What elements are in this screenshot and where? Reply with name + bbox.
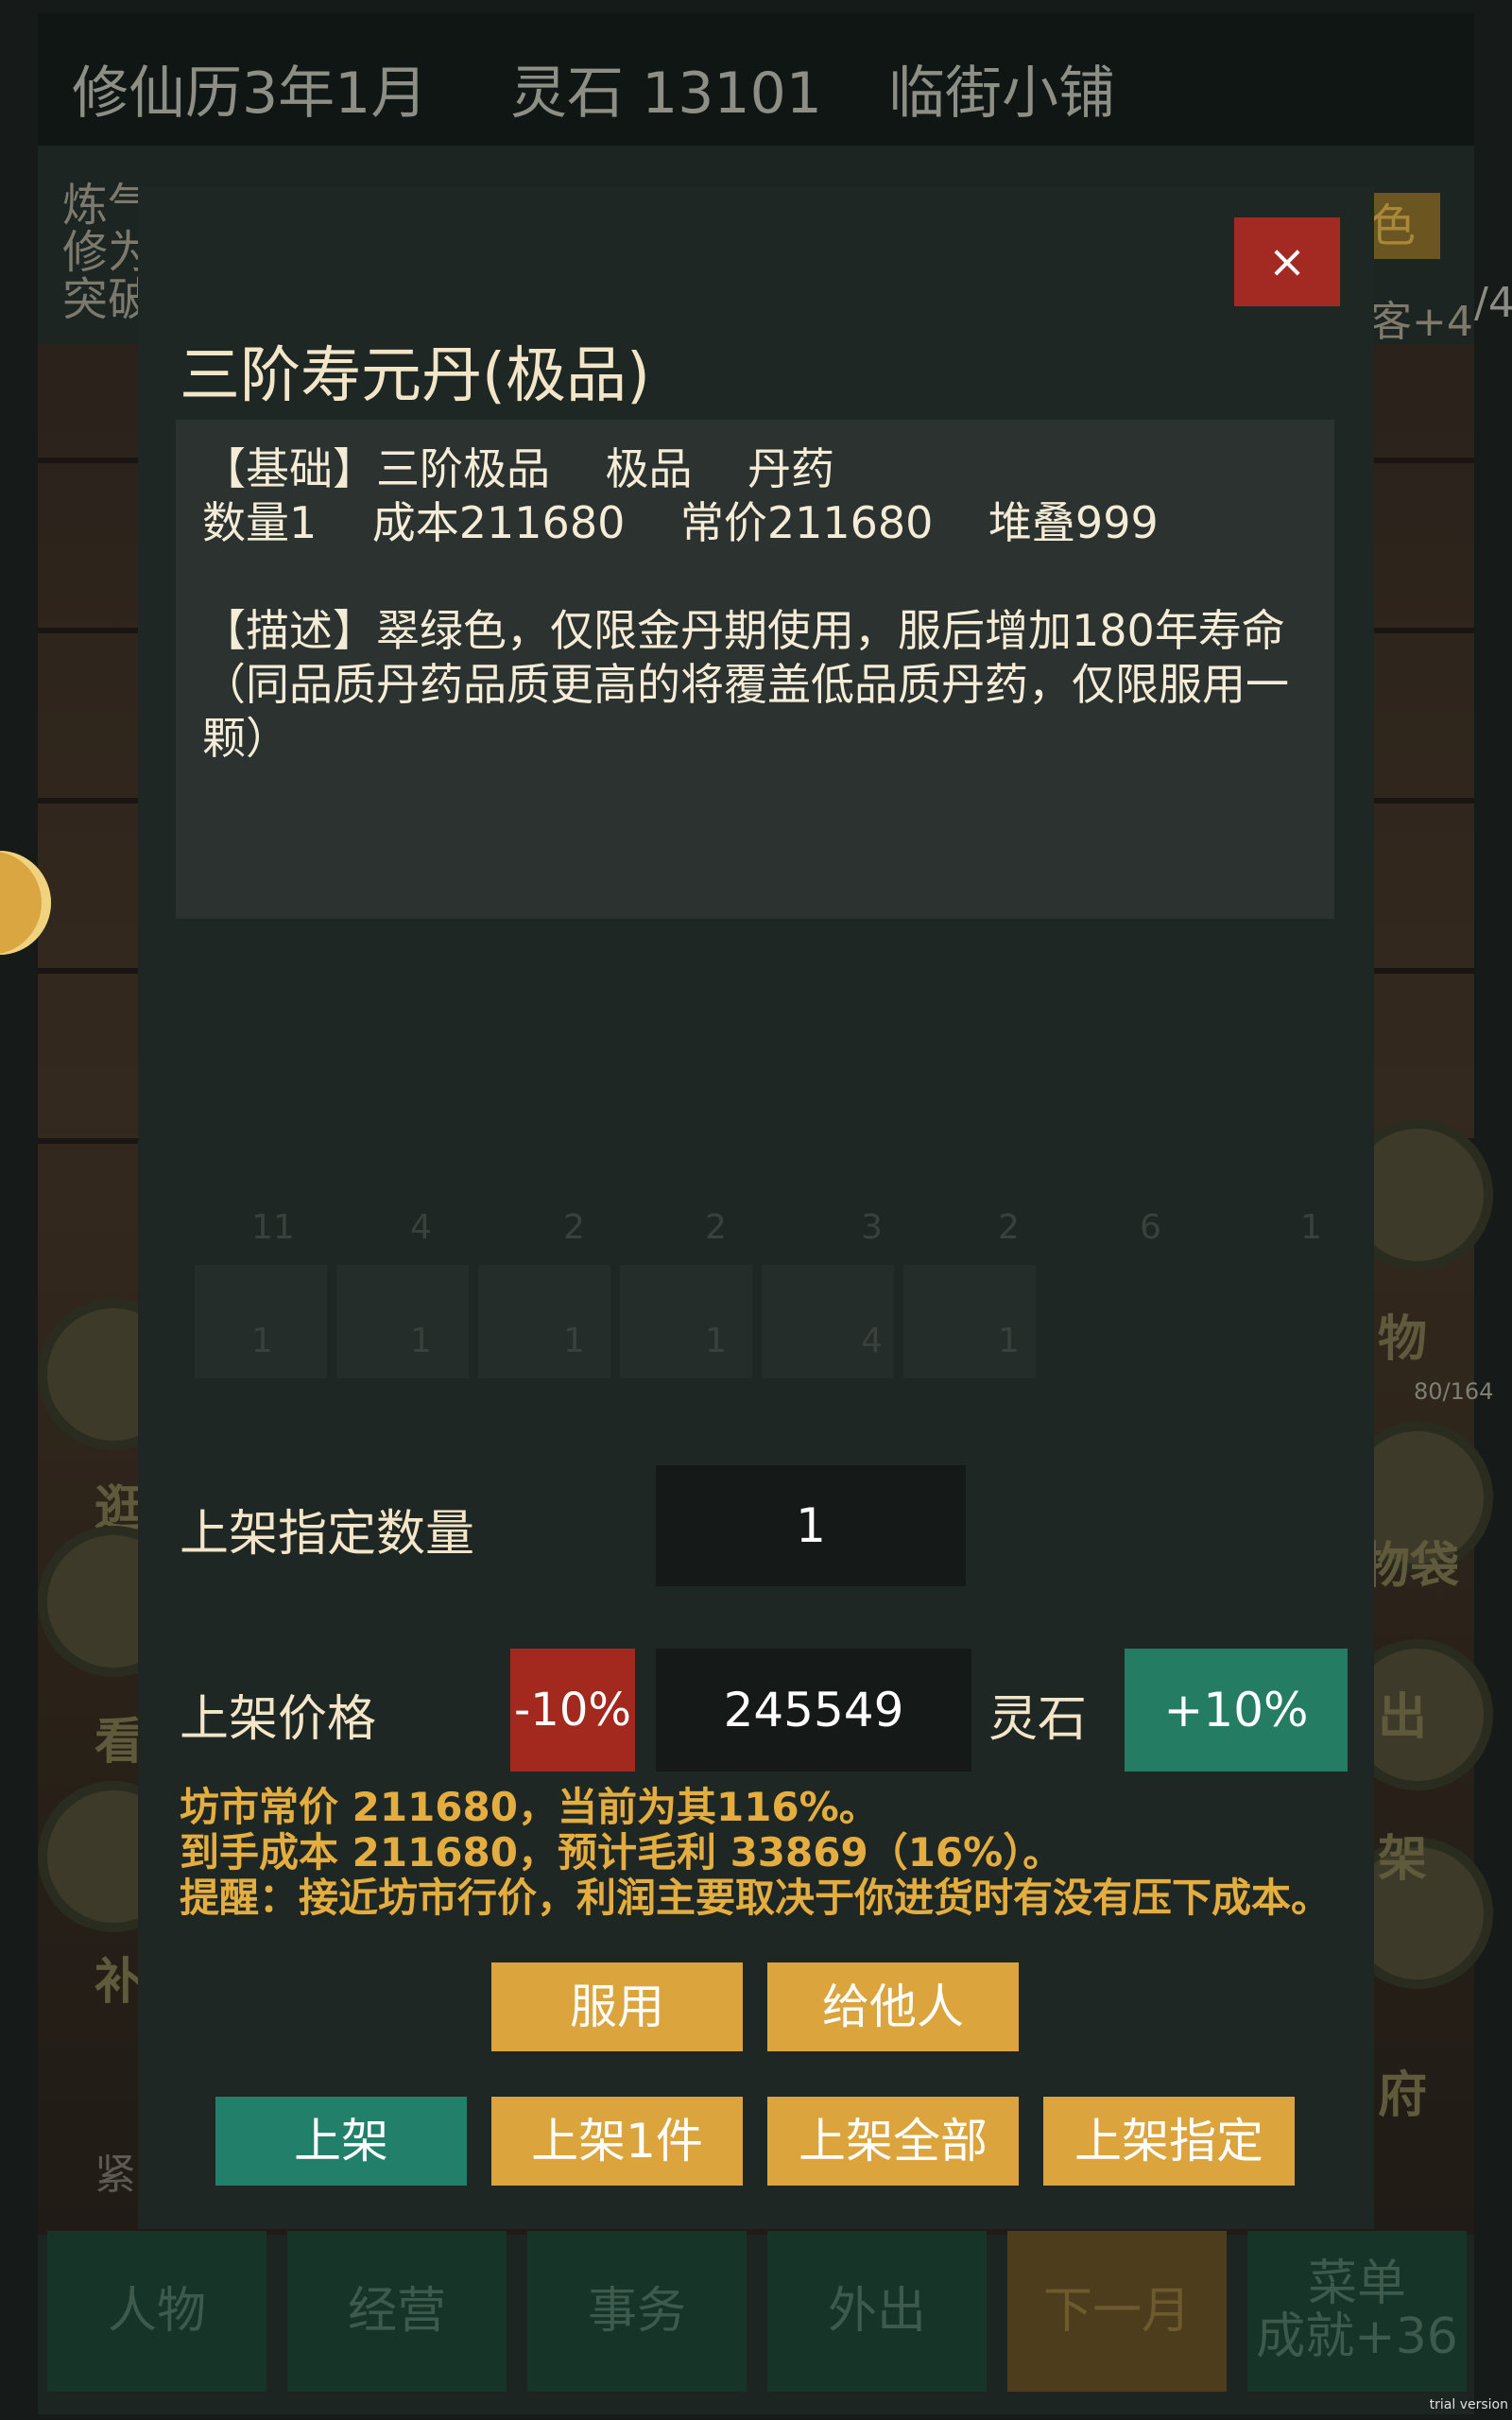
ghost-number: 1 (563, 1322, 585, 1360)
ghost-cell (620, 1265, 752, 1378)
ghost-number: 11 (251, 1208, 295, 1247)
price-input[interactable]: 245549 (656, 1649, 971, 1772)
market-price-info: 坊市常价 211680，当前为其116%。 (180, 1784, 879, 1830)
ghost-number: 4 (410, 1208, 432, 1247)
ghost-number: 1 (410, 1322, 432, 1360)
view-label: 看 (94, 1714, 145, 1771)
decrease-price-button[interactable]: -10% (510, 1649, 635, 1772)
top-status-bar: 修仙历3年1月 灵石 13101 临街小铺 (38, 13, 1474, 146)
quantity-label: 上架指定数量 (180, 1506, 475, 1563)
price-label: 上架价格 (180, 1691, 377, 1748)
nav-menu[interactable]: 菜单 成就+36 (1247, 2231, 1467, 2392)
price-analysis: 坊市常价 211680，当前为其116%。 到手成本 211680，预计毛利 3… (180, 1785, 1331, 1921)
currency-label: 灵石 (988, 1691, 1088, 1748)
background-inventory-grid: 11 4 2 2 3 2 6 1 1 1 1 1 4 1 (176, 1189, 1334, 1378)
trial-watermark: trial version (1429, 2397, 1508, 2412)
give-to-other-button[interactable]: 给他人 (767, 1962, 1019, 2051)
items-label: 物 (1378, 1311, 1428, 1368)
increase-price-button[interactable]: +10% (1125, 1649, 1348, 1772)
ghost-number: 6 (1140, 1208, 1161, 1247)
profit-info: 到手成本 211680，预计毛利 33869（16%）。 (180, 1829, 1063, 1876)
manor-label: 府 (1378, 2067, 1428, 2124)
item-basic-info: 【基础】三阶极品 极品 丹药 (202, 443, 834, 494)
supply-label: 补 (94, 1954, 145, 2011)
ghost-number: 1 (251, 1322, 273, 1360)
customer-count-suffix: /4 (1474, 279, 1512, 327)
background-text: 紧 (94, 2151, 136, 2199)
ghost-cell (336, 1265, 469, 1378)
inventory-count: 80/164 (1414, 1378, 1494, 1405)
item-detail-dialog: × 三阶寿元丹(极品) 【基础】三阶极品 极品 丹药 数量1 成本211680 … (138, 187, 1374, 2229)
ghost-number: 3 (861, 1208, 883, 1247)
ghost-number: 2 (998, 1208, 1020, 1247)
ghost-number: 1 (1300, 1208, 1322, 1247)
bag-label: 物袋 (1361, 1538, 1460, 1595)
nav-next-month[interactable]: 下一月 (1007, 2231, 1227, 2392)
list-one-button[interactable]: 上架1件 (491, 2097, 743, 2186)
bottom-navigation: 人物 经营 事务 外出 下一月 菜单 成就+36 (47, 2231, 1467, 2392)
list-specified-button[interactable]: 上架指定 (1043, 2097, 1295, 2186)
ghost-number: 2 (563, 1208, 585, 1247)
nav-achievements-label: 成就+36 (1256, 2308, 1458, 2365)
item-title: 三阶寿元丹(极品) (180, 341, 650, 411)
outing-label: 出 (1378, 1689, 1428, 1746)
ghost-number: 2 (705, 1208, 727, 1247)
ghost-cell (478, 1265, 610, 1378)
pricing-tip: 提醒：接近坊市行价，利润主要取决于你进货时有没有压下成本。 (180, 1875, 1332, 1921)
list-all-button[interactable]: 上架全部 (767, 2097, 1019, 2186)
nav-character[interactable]: 人物 (47, 2231, 266, 2392)
customer-count: 客+4 (1370, 298, 1473, 346)
shelf-label: 架 (1378, 1831, 1428, 1888)
consume-button[interactable]: 服用 (491, 1962, 743, 2051)
shop-name: 临街小铺 (888, 60, 1115, 127)
quantity-input[interactable]: 1 (656, 1465, 966, 1586)
nav-business[interactable]: 经营 (287, 2231, 507, 2392)
item-description: 【描述】翠绿色，仅限金丹期使用，服后增加180年寿命（同品质丹药品质更高的将覆盖… (202, 605, 1289, 764)
list-button[interactable]: 上架 (215, 2097, 467, 2186)
item-stats: 数量1 成本211680 常价211680 堆叠999 (202, 497, 1159, 548)
nav-outing[interactable]: 外出 (767, 2231, 987, 2392)
ghost-number: 1 (998, 1322, 1020, 1360)
spirit-stone-count: 灵石 13101 (510, 60, 822, 127)
ghost-number: 1 (705, 1322, 727, 1360)
item-description-box: 【基础】三阶极品 极品 丹药 数量1 成本211680 常价211680 堆叠9… (176, 420, 1334, 919)
game-date: 修仙历3年1月 (72, 60, 428, 127)
nav-affairs[interactable]: 事务 (527, 2231, 747, 2392)
nav-menu-label: 菜单 (1307, 2256, 1406, 2312)
close-button[interactable]: × (1234, 217, 1340, 306)
ghost-number: 4 (861, 1322, 883, 1360)
